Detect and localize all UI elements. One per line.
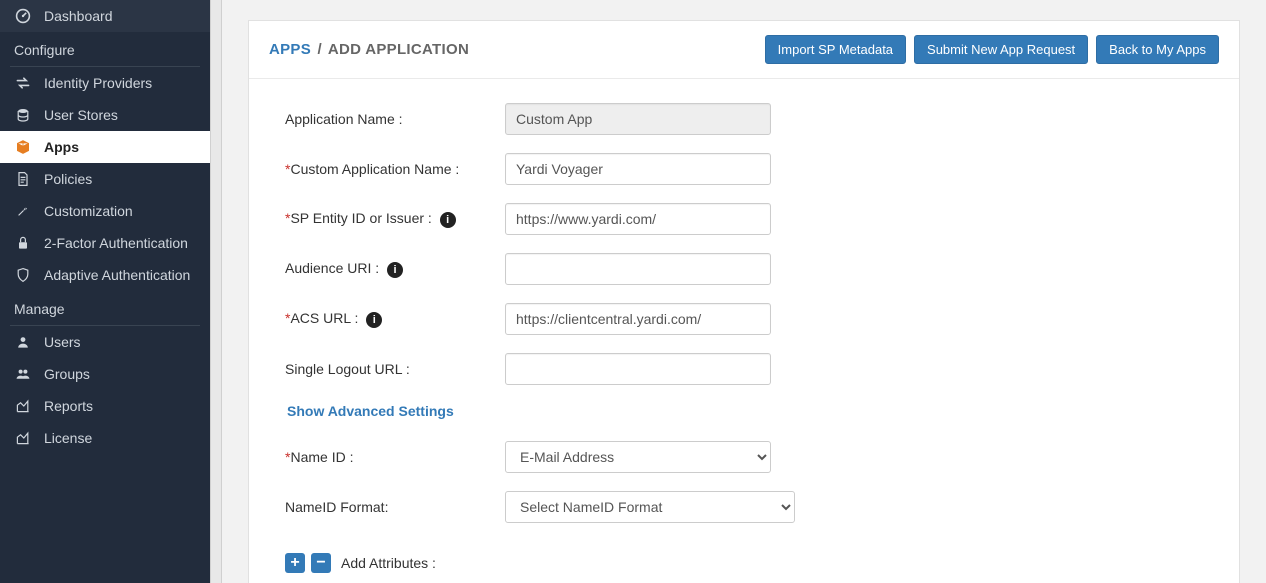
- sidebar-item-dashboard[interactable]: Dashboard: [0, 0, 210, 32]
- row-sp-entity: *SP Entity ID or Issuer : i: [285, 203, 1203, 235]
- sidebar-item-customization[interactable]: Customization: [0, 195, 210, 227]
- sidebar-item-label: Users: [44, 334, 81, 350]
- label-text: Audience URI :: [285, 260, 379, 276]
- info-icon[interactable]: i: [440, 212, 456, 228]
- sidebar-item-label: 2-Factor Authentication: [44, 235, 188, 251]
- sidebar-item-adaptive-auth[interactable]: Adaptive Authentication: [0, 259, 210, 291]
- sidebar-item-apps[interactable]: Apps: [0, 131, 210, 163]
- row-custom-name: *Custom Application Name :: [285, 153, 1203, 185]
- label-text: Custom Application Name :: [290, 161, 459, 177]
- back-to-my-apps-button[interactable]: Back to My Apps: [1096, 35, 1219, 64]
- sidebar-item-label: Apps: [44, 139, 79, 155]
- chart-icon: [14, 430, 32, 446]
- sidebar-item-label: License: [44, 430, 92, 446]
- database-icon: [14, 107, 32, 123]
- chart-icon: [14, 398, 32, 414]
- exchange-icon: [14, 75, 32, 91]
- sidebar-item-label: Identity Providers: [44, 75, 152, 91]
- main-content: APPS / ADD APPLICATION Import SP Metadat…: [222, 0, 1266, 583]
- row-nameid-format: NameID Format: Select NameID Format: [285, 491, 1203, 523]
- sidebar-section-manage: Manage: [0, 291, 210, 325]
- row-audience-uri: Audience URI : i: [285, 253, 1203, 285]
- cube-icon: [14, 139, 32, 155]
- sidebar-item-label: Reports: [44, 398, 93, 414]
- sidebar-item-label: Groups: [44, 366, 90, 382]
- sidebar: Dashboard Configure Identity Providers U…: [0, 0, 210, 583]
- sidebar-item-2fa[interactable]: 2-Factor Authentication: [0, 227, 210, 259]
- sidebar-item-groups[interactable]: Groups: [0, 358, 210, 390]
- import-sp-metadata-button[interactable]: Import SP Metadata: [765, 35, 906, 64]
- submit-new-app-button[interactable]: Submit New App Request: [914, 35, 1088, 64]
- input-application-name: [505, 103, 771, 135]
- label-custom-name: *Custom Application Name :: [285, 161, 505, 177]
- info-icon[interactable]: i: [366, 312, 382, 328]
- lock-icon: [14, 235, 32, 251]
- label-nameid-format: NameID Format:: [285, 499, 505, 515]
- label-slo-url: Single Logout URL :: [285, 361, 505, 377]
- add-attribute-button[interactable]: +: [285, 553, 305, 573]
- sidebar-item-label: Policies: [44, 171, 92, 187]
- sidebar-item-license[interactable]: License: [0, 422, 210, 454]
- sidebar-item-users[interactable]: Users: [0, 326, 210, 358]
- input-slo-url[interactable]: [505, 353, 771, 385]
- label-audience-uri: Audience URI : i: [285, 260, 505, 278]
- input-sp-entity[interactable]: [505, 203, 771, 235]
- sidebar-item-identity-providers[interactable]: Identity Providers: [0, 67, 210, 99]
- scrollbar[interactable]: [210, 0, 222, 583]
- panel-body: Application Name : *Custom Application N…: [249, 79, 1239, 583]
- breadcrumb-sep: /: [318, 41, 322, 58]
- sidebar-item-label: User Stores: [44, 107, 118, 123]
- sidebar-item-user-stores[interactable]: User Stores: [0, 99, 210, 131]
- sidebar-section-configure: Configure: [0, 32, 210, 66]
- remove-attribute-button[interactable]: −: [311, 553, 331, 573]
- label-text: ACS URL :: [290, 310, 358, 326]
- panel-header: APPS / ADD APPLICATION Import SP Metadat…: [249, 21, 1239, 79]
- label-name-id: *Name ID :: [285, 449, 505, 465]
- user-icon: [14, 334, 32, 350]
- show-advanced-settings-link[interactable]: Show Advanced Settings: [285, 403, 1203, 419]
- label-acs-url: *ACS URL : i: [285, 310, 505, 328]
- dashboard-icon: [14, 8, 32, 24]
- wrench-icon: [14, 203, 32, 219]
- label-text: SP Entity ID or Issuer :: [290, 210, 431, 226]
- breadcrumb-current: ADD APPLICATION: [328, 41, 469, 58]
- sidebar-item-label: Dashboard: [44, 8, 113, 24]
- select-nameid-format-wrap: Select NameID Format: [505, 491, 795, 523]
- row-application-name: Application Name :: [285, 103, 1203, 135]
- panel: APPS / ADD APPLICATION Import SP Metadat…: [248, 20, 1240, 583]
- label-text: Name ID :: [290, 449, 353, 465]
- group-icon: [14, 366, 32, 382]
- label-sp-entity: *SP Entity ID or Issuer : i: [285, 210, 505, 228]
- label-application-name: Application Name :: [285, 111, 505, 127]
- sidebar-item-policies[interactable]: Policies: [0, 163, 210, 195]
- row-name-id: *Name ID : E-Mail Address: [285, 441, 1203, 473]
- sidebar-item-label: Customization: [44, 203, 133, 219]
- input-acs-url[interactable]: [505, 303, 771, 335]
- input-audience-uri[interactable]: [505, 253, 771, 285]
- header-buttons: Import SP Metadata Submit New App Reques…: [765, 35, 1219, 64]
- label-add-attributes: Add Attributes :: [341, 555, 436, 571]
- info-icon[interactable]: i: [387, 262, 403, 278]
- document-icon: [14, 171, 32, 187]
- input-custom-name[interactable]: [505, 153, 771, 185]
- row-slo-url: Single Logout URL :: [285, 353, 1203, 385]
- breadcrumb: APPS / ADD APPLICATION: [269, 41, 469, 58]
- breadcrumb-apps-link[interactable]: APPS: [269, 41, 311, 58]
- select-nameid-format[interactable]: Select NameID Format: [505, 491, 795, 523]
- shield-icon: [14, 267, 32, 283]
- select-name-id-wrap: E-Mail Address: [505, 441, 771, 473]
- select-name-id[interactable]: E-Mail Address: [505, 441, 771, 473]
- sidebar-item-label: Adaptive Authentication: [44, 267, 190, 283]
- row-acs-url: *ACS URL : i: [285, 303, 1203, 335]
- sidebar-item-reports[interactable]: Reports: [0, 390, 210, 422]
- row-add-attributes: + − Add Attributes :: [285, 553, 1203, 573]
